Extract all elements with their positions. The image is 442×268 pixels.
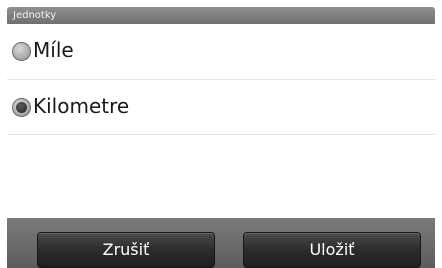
radio-button-selected-icon[interactable]	[12, 98, 31, 117]
radio-dot-icon	[16, 102, 27, 113]
units-screen: Jednotky Míle Kilometre Zrušiť Uložiť	[0, 0, 442, 268]
footer-bar: Zrušiť Uložiť	[7, 218, 435, 268]
save-button[interactable]: Uložiť	[243, 232, 421, 268]
option-label: Míle	[33, 38, 74, 62]
option-kilometers[interactable]: Kilometre	[7, 80, 435, 134]
option-miles[interactable]: Míle	[7, 24, 435, 78]
header-bar: Jednotky	[7, 7, 435, 24]
cancel-button[interactable]: Zrušiť	[37, 232, 215, 268]
units-option-list: Míle Kilometre	[7, 24, 435, 218]
page-title: Jednotky	[13, 10, 57, 21]
option-label: Kilometre	[33, 94, 130, 118]
divider	[7, 134, 435, 135]
radio-button-icon[interactable]	[12, 42, 31, 61]
